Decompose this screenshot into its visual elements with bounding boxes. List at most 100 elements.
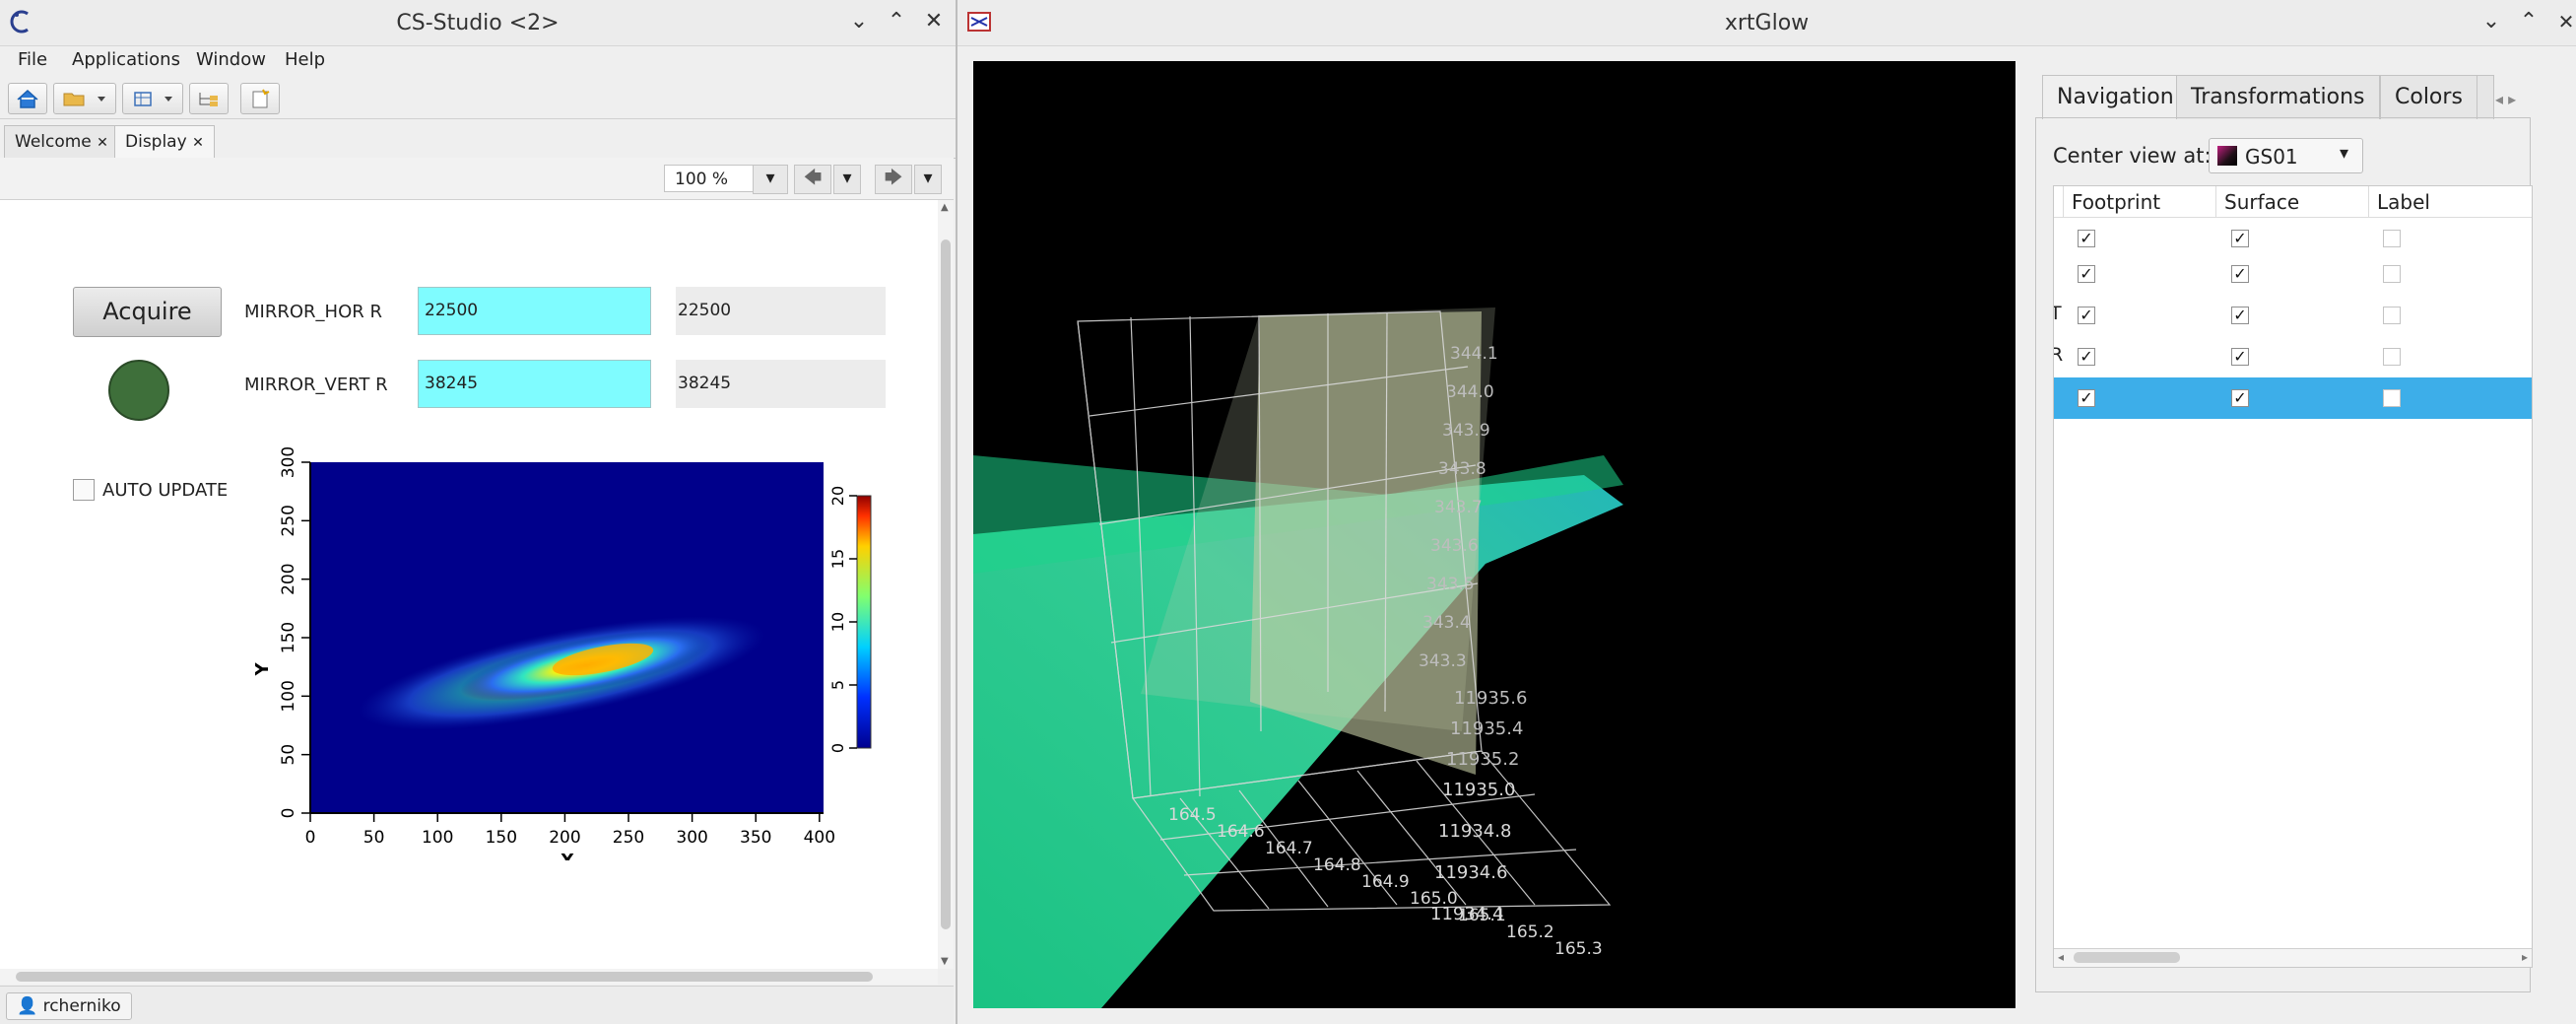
mirror-hor-input[interactable]: 22500 [418, 287, 651, 335]
tree-button[interactable] [189, 83, 229, 114]
y-tick-label: 300 [279, 446, 298, 478]
surface-checkbox[interactable]: ✓ [2231, 230, 2249, 247]
x-axis-label: 165.3 [1554, 939, 1603, 959]
footprint-checkbox[interactable]: ✓ [2078, 389, 2095, 407]
minimize-icon[interactable]: ⌄ [2477, 8, 2505, 35]
label-checkbox[interactable] [2383, 389, 2401, 407]
cs-window-title: CS-Studio <2> [396, 11, 560, 35]
zoom-dropdown-icon[interactable]: ▾ [753, 165, 788, 194]
tab-display[interactable]: Display ✕ [114, 125, 215, 158]
tab-welcome[interactable]: Welcome ✕ [4, 125, 119, 158]
x-tick-label: 350 [740, 828, 771, 848]
colorbar-tick-label: 20 [828, 486, 847, 506]
x-axis-label: 165.0 [1410, 889, 1458, 909]
horizontal-scrollbar[interactable] [0, 969, 938, 985]
header-surface[interactable]: Surface [2216, 186, 2369, 217]
folder-icon [63, 93, 105, 106]
forward-arrow-icon: 🡆 [884, 168, 903, 188]
tab-display-label: Display [125, 132, 187, 152]
zoom-value: 100 % [675, 170, 729, 189]
footprint-checkbox[interactable]: ✓ [2078, 307, 2095, 324]
label-checkbox[interactable] [2383, 230, 2401, 247]
surface-checkbox[interactable]: ✓ [2231, 265, 2249, 283]
center-view-label: Center view at: [2053, 144, 2212, 168]
x-tick-label: 50 [363, 828, 385, 848]
vertical-scrollbar[interactable]: ▲ ▼ [938, 200, 954, 969]
footprint-checkbox[interactable]: ✓ [2078, 348, 2095, 366]
label-checkbox[interactable] [2383, 307, 2401, 324]
user-badge[interactable]: 👤 rcherniko [6, 992, 132, 1020]
display-canvas: Acquire MIRROR_HOR R 22500 22500 MIRROR_… [0, 200, 938, 969]
row-label-fragment: R [2054, 344, 2063, 366]
auto-update-checkbox[interactable] [73, 479, 95, 501]
cs-titlebar[interactable]: CS-Studio <2> ⌄ ⌃ ✕ [0, 0, 956, 46]
mirror-vert-input[interactable]: 38245 [418, 360, 651, 408]
layout-button[interactable] [122, 83, 183, 114]
x-tick-label: 200 [549, 828, 580, 848]
table-row[interactable]: R ✓ ✓ [2054, 336, 2532, 377]
maximize-icon[interactable]: ⌃ [2515, 8, 2543, 35]
label-checkbox[interactable] [2383, 265, 2401, 283]
x-axis-label: 164.9 [1361, 872, 1410, 892]
tab-scroll-arrows[interactable]: ◂ ▸ [2495, 83, 2529, 116]
z-axis-label: 343.9 [1442, 421, 1490, 441]
y-axis-label: 11934.6 [1434, 862, 1507, 883]
auto-update-label: AUTO UPDATE [102, 480, 229, 501]
center-view-combo[interactable]: GS01 ▾ [2209, 138, 2363, 173]
mirror-hor-label: MIRROR_HOR R [244, 302, 382, 322]
tab-overflow[interactable] [2477, 75, 2494, 119]
xrt-titlebar[interactable]: xrtGlow ⌄ ⌃ ✕ [958, 0, 2576, 46]
surface-checkbox[interactable]: ✓ [2231, 348, 2249, 366]
tab-navigation[interactable]: Navigation [2042, 75, 2189, 119]
tab-transformations[interactable]: Transformations [2176, 75, 2380, 119]
colorbar-tick-label: 10 [828, 612, 847, 632]
z-axis-label: 343.6 [1430, 536, 1479, 556]
table-row[interactable]: ✓ ✓ [2054, 253, 2532, 295]
close-icon[interactable]: ✕ [2552, 8, 2576, 35]
y-tick-label: 200 [279, 563, 298, 594]
mirror-vert-label: MIRROR_VERT R [244, 375, 388, 395]
footprint-checkbox[interactable]: ✓ [2078, 265, 2095, 283]
3d-viewport[interactable]: 344.1 344.0 343.9 343.8 343.7 343.6 343.5 343.4… [973, 61, 2015, 1008]
menu-window[interactable]: Window [196, 49, 266, 70]
surface-checkbox[interactable]: ✓ [2231, 389, 2249, 407]
footprint-checkbox[interactable]: ✓ [2078, 230, 2095, 247]
table-hscrollbar[interactable]: ◂ ▸ [2054, 948, 2532, 967]
new-file-button[interactable] [240, 83, 280, 114]
y-axis-label: 11934.8 [1438, 821, 1511, 842]
back-dropdown-icon[interactable]: ▾ [833, 165, 861, 194]
minimize-icon[interactable]: ⌄ [845, 8, 873, 35]
y-axis: 0 50 100 150 200 250 300 [279, 446, 310, 818]
status-bar: 👤 rcherniko [0, 986, 954, 1024]
acquire-button[interactable]: Acquire [73, 287, 222, 337]
menu-help[interactable]: Help [285, 49, 325, 70]
colorbar-tick-label: 5 [828, 680, 847, 690]
table-row[interactable]: ✓ ✓ [2054, 377, 2532, 419]
xrtglow-window: xrtGlow ⌄ ⌃ ✕ 344.1 344.0 343.9 343.8 34… [958, 0, 2576, 1024]
maximize-icon[interactable]: ⌃ [883, 8, 910, 35]
tab-colors[interactable]: Colors [2380, 75, 2477, 119]
x-axis-label: 164.8 [1313, 855, 1361, 875]
z-axis-label: 344.0 [1446, 382, 1494, 402]
x-axis-label: 164.5 [1168, 805, 1217, 825]
menu-file[interactable]: File [18, 49, 47, 70]
forward-dropdown-icon[interactable]: ▾ [914, 165, 942, 194]
label-checkbox[interactable] [2383, 348, 2401, 366]
tree-icon [199, 93, 218, 106]
forward-button[interactable]: 🡆 [875, 165, 912, 194]
tab-display-close-icon[interactable]: ✕ [192, 135, 204, 151]
close-icon[interactable]: ✕ [920, 8, 948, 35]
home-button[interactable] [8, 83, 47, 114]
tab-welcome-close-icon[interactable]: ✕ [97, 135, 108, 151]
open-button[interactable] [53, 83, 116, 114]
table-row[interactable]: T ✓ ✓ [2054, 295, 2532, 336]
menu-applications[interactable]: Applications [72, 49, 180, 70]
surface-checkbox[interactable]: ✓ [2231, 307, 2249, 324]
back-button[interactable]: 🡄 [794, 165, 831, 194]
colorbar-axis: 0 5 10 15 20 [828, 486, 857, 753]
x-tick-label: 150 [486, 828, 517, 848]
y-axis-label: 11935.4 [1450, 718, 1523, 739]
header-label[interactable]: Label [2369, 186, 2532, 217]
header-footprint[interactable]: Footprint [2064, 186, 2216, 217]
x-tick-label: 400 [804, 828, 835, 848]
